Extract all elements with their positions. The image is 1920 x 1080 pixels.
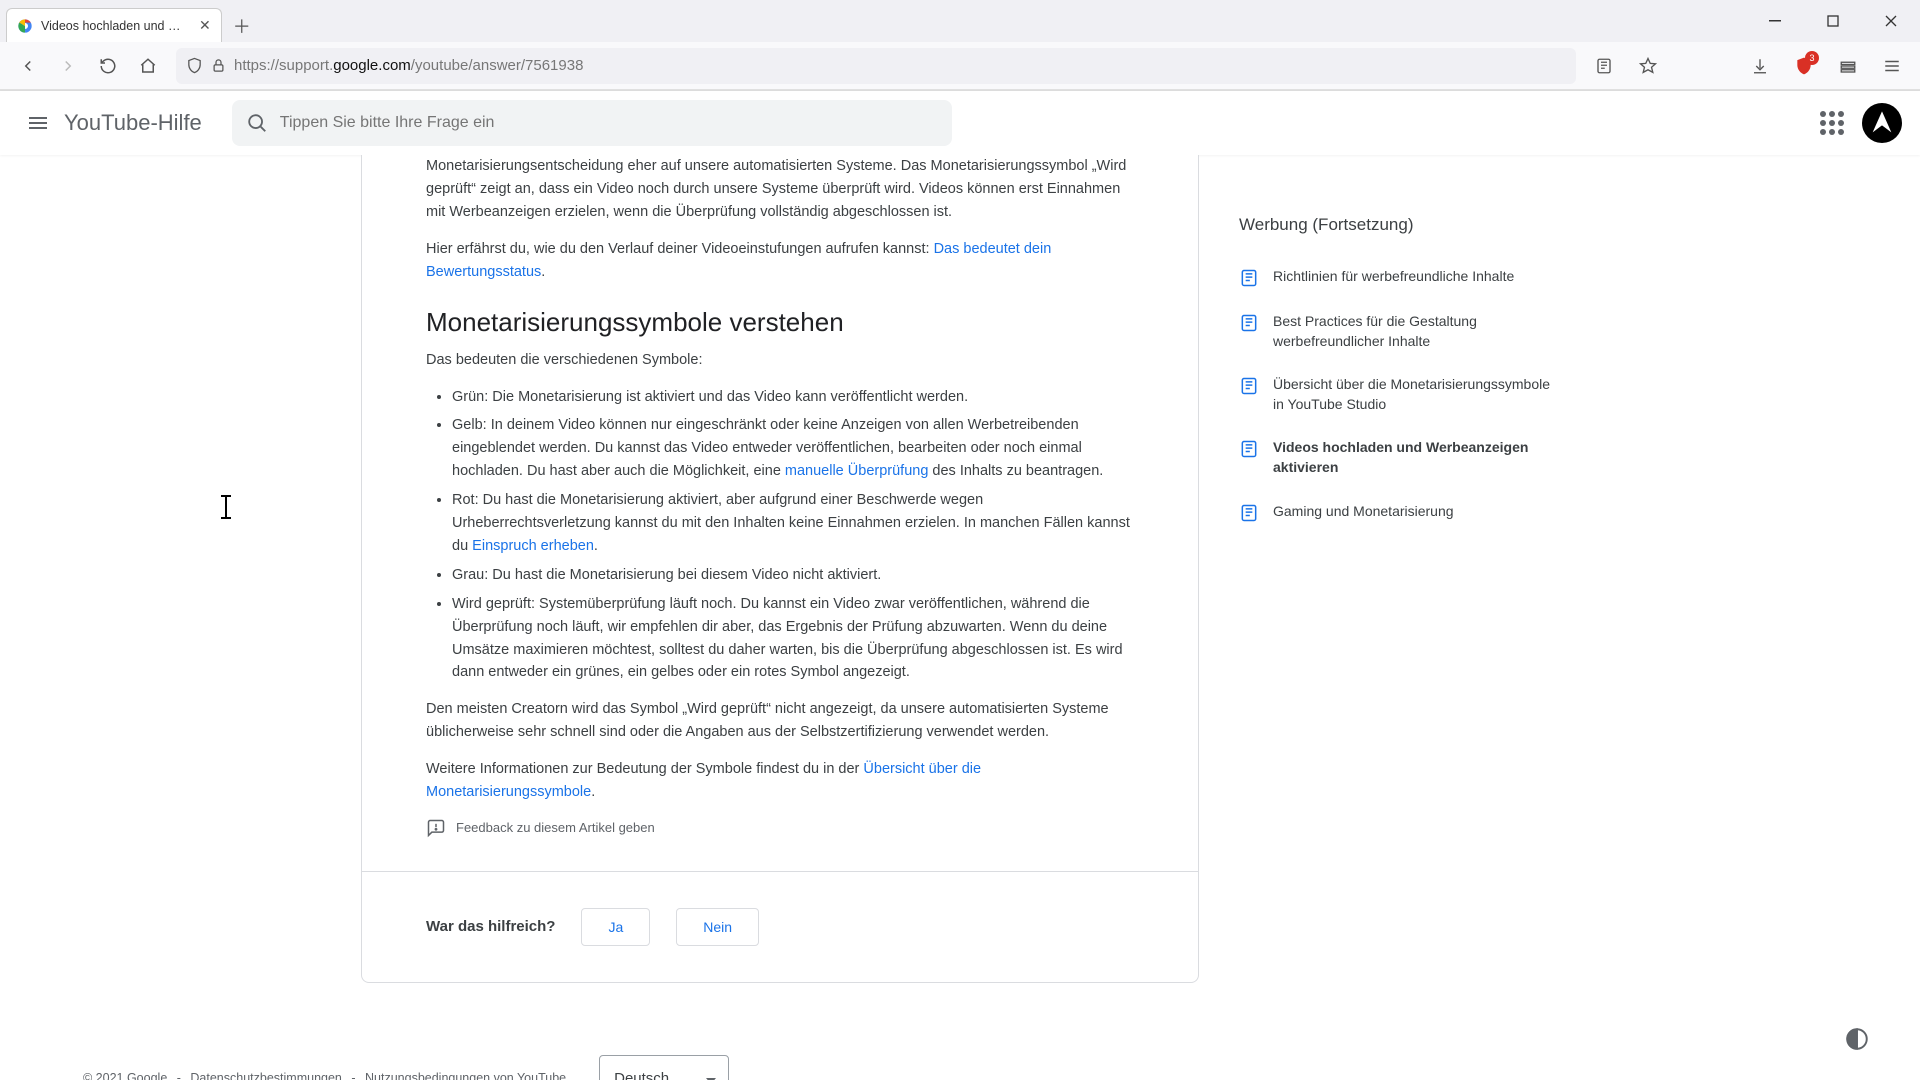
window-controls [1746, 0, 1920, 42]
app-menu-button[interactable] [1874, 48, 1910, 84]
language-select[interactable]: Deutsch [599, 1055, 729, 1080]
feedback-label: Feedback zu diesem Artikel geben [456, 818, 655, 839]
back-button[interactable] [10, 48, 46, 84]
footer-terms-link[interactable]: Nutzungsbedingungen von YouTube [365, 1071, 566, 1080]
tab-strip: Videos hochladen und Werbea ✕ ＋ [0, 0, 1920, 42]
search-icon[interactable] [246, 112, 268, 134]
new-tab-button[interactable]: ＋ [228, 12, 256, 40]
url-text: https://support.google.com/youtube/answe… [234, 57, 583, 74]
symbol-list: Grün: Die Monetarisierung ist aktiviert … [426, 386, 1134, 685]
window-close-button[interactable] [1862, 0, 1920, 42]
helpful-box: War das hilfreich? Ja Nein [362, 871, 1198, 982]
content-scroll[interactable]: Monetarisierungsentscheidung eher auf un… [0, 155, 1920, 1080]
browser-tab[interactable]: Videos hochladen und Werbea ✕ [6, 8, 222, 42]
sidebar-item[interactable]: Gaming und Monetarisierung [1239, 490, 1559, 535]
forward-button[interactable] [50, 48, 86, 84]
tab-title: Videos hochladen und Werbea [41, 19, 191, 33]
page-footer: © 2021 Google - Datenschutzbestimmungen … [0, 1029, 1920, 1080]
helpful-no-button[interactable]: Nein [676, 908, 759, 946]
sidebar-item-active[interactable]: Videos hochladen und Werbeanzeigen aktiv… [1239, 426, 1559, 489]
sidebar-item[interactable]: Richtlinien für werbefreundliche Inhalte [1239, 255, 1559, 300]
address-bar[interactable]: https://support.google.com/youtube/answe… [176, 48, 1576, 84]
sidebar-item-label: Videos hochladen und Werbeanzeigen aktiv… [1273, 438, 1559, 477]
reader-mode-icon[interactable] [1586, 48, 1622, 84]
article-card: Monetarisierungsentscheidung eher auf un… [361, 155, 1199, 983]
list-item: Grün: Die Monetarisierung ist aktiviert … [452, 386, 1134, 409]
sidebar-item-label: Richtlinien für werbefreundliche Inhalte [1273, 267, 1514, 288]
sidebar-item[interactable]: Best Practices für die Gestaltung werbef… [1239, 300, 1559, 363]
downloads-icon[interactable] [1742, 48, 1778, 84]
article-icon [1239, 313, 1259, 333]
article-icon [1239, 439, 1259, 459]
helpful-yes-button[interactable]: Ja [581, 908, 650, 946]
browser-chrome: Videos hochladen und Werbea ✕ ＋ https://… [0, 0, 1920, 91]
extension-icon[interactable]: 3 [1786, 48, 1822, 84]
bookmark-star-icon[interactable] [1630, 48, 1666, 84]
review-paragraph: Hier erfährst du, wie du den Verlauf dei… [426, 238, 1134, 284]
footer-privacy-link[interactable]: Datenschutzbestimmungen [190, 1071, 341, 1080]
account-avatar[interactable] [1862, 103, 1902, 143]
product-name[interactable]: YouTube-Hilfe [64, 110, 202, 136]
paragraph: Den meisten Creatorn wird das Symbol „Wi… [426, 698, 1134, 744]
reload-button[interactable] [90, 48, 126, 84]
intro-paragraph: Monetarisierungsentscheidung eher auf un… [426, 155, 1134, 224]
list-item: Grau: Du hast die Monetarisierung bei di… [452, 564, 1134, 587]
section-subtitle: Das bedeuten die verschiedenen Symbole: [426, 349, 1134, 372]
article-icon [1239, 503, 1259, 523]
list-item: Rot: Du hast die Monetarisierung aktivie… [452, 489, 1134, 558]
tab-favicon [17, 18, 33, 34]
article-icon [1239, 268, 1259, 288]
window-maximize-button[interactable] [1804, 0, 1862, 42]
sidebar-item-label: Übersicht über die Monetarisierungssymbo… [1273, 375, 1559, 414]
account-icon[interactable] [1830, 48, 1866, 84]
extension-badge: 3 [1805, 51, 1819, 65]
dark-mode-toggle[interactable] [1838, 1020, 1876, 1058]
google-apps-button[interactable] [1820, 111, 1844, 135]
search-input[interactable] [280, 114, 938, 132]
hamburger-menu-button[interactable] [18, 103, 58, 143]
tab-close-icon[interactable]: ✕ [199, 17, 211, 34]
home-button[interactable] [130, 48, 166, 84]
sidebar-item-label: Best Practices für die Gestaltung werbef… [1273, 312, 1559, 351]
more-info-paragraph: Weitere Informationen zur Bedeutung der … [426, 758, 1134, 804]
window-minimize-button[interactable] [1746, 0, 1804, 42]
footer-copyright: © 2021 Google [83, 1071, 167, 1080]
search-box[interactable] [232, 100, 952, 146]
shield-icon[interactable] [186, 57, 203, 74]
list-item: Gelb: In deinem Video können nur eingesc… [452, 414, 1134, 483]
feedback-icon [426, 818, 446, 838]
lock-icon[interactable] [211, 58, 226, 73]
list-item: Wird geprüft: Systemüberprüfung läuft no… [452, 593, 1134, 685]
appeal-link: Einspruch erheben [472, 538, 594, 554]
footer-links: © 2021 Google - Datenschutzbestimmungen … [80, 1071, 569, 1080]
section-heading: Monetarisierungssymbole verstehen [426, 302, 1134, 343]
sidebar: Werbung (Fortsetzung) Richtlinien für we… [1239, 155, 1559, 983]
page-header: YouTube-Hilfe [0, 91, 1920, 155]
article-icon [1239, 376, 1259, 396]
sidebar-item-label: Gaming und Monetarisierung [1273, 502, 1454, 523]
browser-toolbar: https://support.google.com/youtube/answe… [0, 42, 1920, 90]
feedback-link[interactable]: Feedback zu diesem Artikel geben [426, 818, 1134, 839]
helpful-question: War das hilfreich? [426, 918, 555, 935]
manual-review-link[interactable]: manuelle Überprüfung [785, 463, 928, 479]
sidebar-item[interactable]: Übersicht über die Monetarisierungssymbo… [1239, 363, 1559, 426]
sidebar-heading: Werbung (Fortsetzung) [1239, 215, 1559, 235]
